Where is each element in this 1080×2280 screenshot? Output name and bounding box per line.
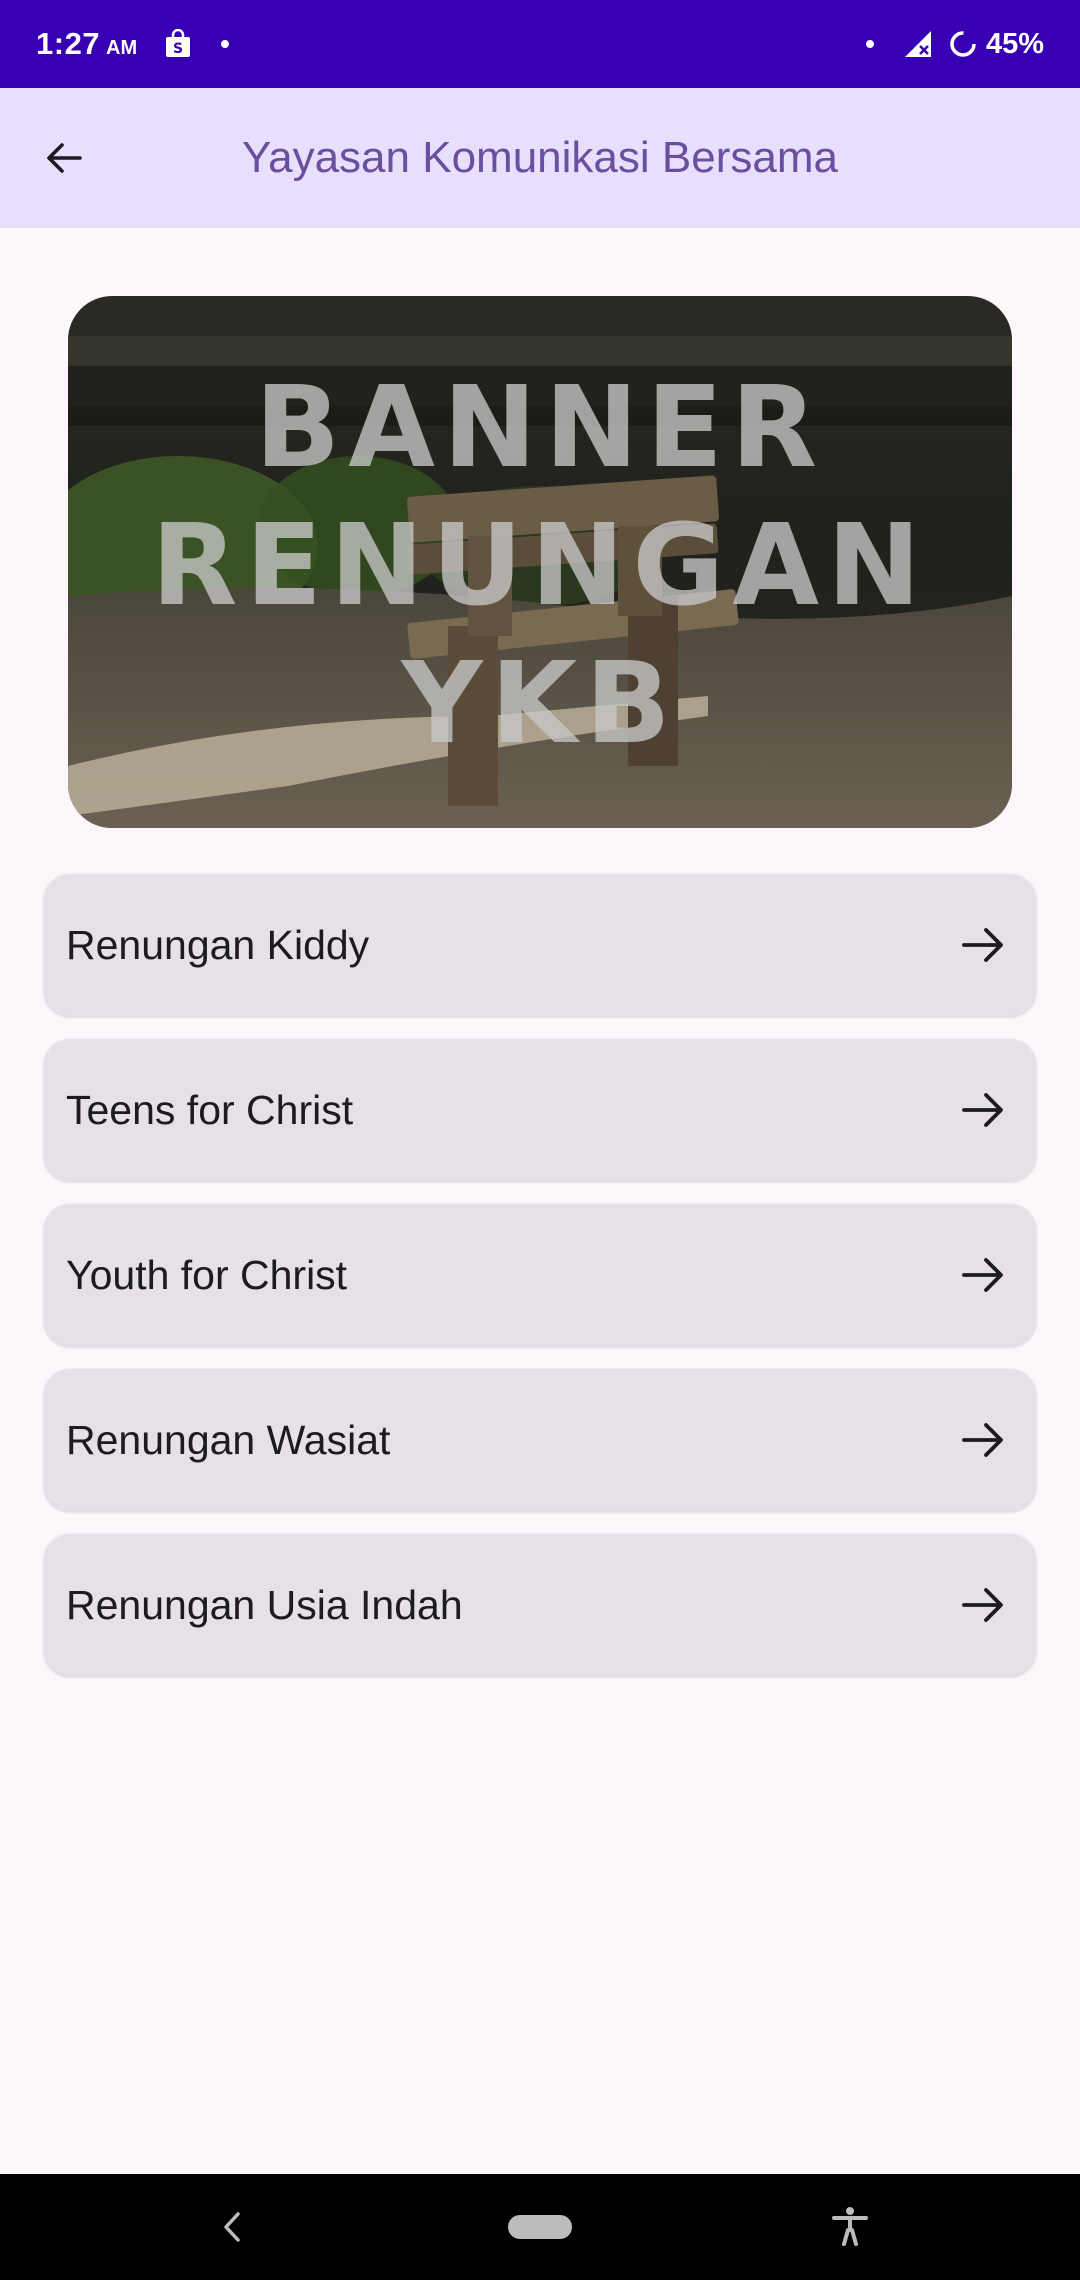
menu-item-youth-for-christ[interactable]: Youth for Christ — [44, 1204, 1036, 1346]
menu-item-label: Youth for Christ — [66, 1251, 348, 1298]
nav-home-pill[interactable] — [508, 2215, 572, 2239]
svg-text:S: S — [173, 41, 183, 57]
arrow-right-icon — [962, 1258, 1003, 1292]
status-bar: 1:27 AM S 45% — [0, 0, 1080, 88]
shopping-bag-icon: S — [166, 29, 191, 57]
notification-dot-icon — [865, 40, 874, 48]
back-button[interactable] — [36, 130, 92, 186]
devotional-menu: Renungan Kiddy Teens for Christ Youth fo… — [44, 874, 1036, 1699]
page-title: Yayasan Komunikasi Bersama — [242, 133, 838, 182]
menu-item-label: Renungan Wasiat — [66, 1416, 391, 1463]
system-navigation-bar — [0, 2174, 1080, 2280]
banner-line: YKB — [401, 639, 679, 769]
menu-item-label: Renungan Kiddy — [66, 921, 370, 968]
menu-item-renungan-usia-indah[interactable]: Renungan Usia Indah — [44, 1534, 1036, 1676]
arrow-right-icon — [962, 1093, 1003, 1127]
menu-item-label: Teens for Christ — [66, 1086, 354, 1133]
app-bar: Yayasan Komunikasi Bersama — [0, 88, 1080, 228]
signal-icon — [904, 31, 931, 57]
banner-line: BANNER — [254, 363, 826, 493]
menu-item-renungan-wasiat[interactable]: Renungan Wasiat — [44, 1369, 1036, 1511]
banner-caption: BANNER RENUNGAN YKB — [68, 296, 1012, 828]
accessibility-icon[interactable] — [826, 2202, 874, 2250]
nav-back-icon[interactable] — [214, 2204, 250, 2250]
banner-image: BANNER RENUNGAN YKB — [68, 296, 1012, 828]
notification-dot-icon — [221, 40, 230, 48]
banner-line: RENUNGAN — [151, 501, 929, 631]
clock-ampm: AM — [106, 36, 138, 59]
arrow-right-icon — [962, 1588, 1003, 1622]
battery-saver-icon — [950, 31, 976, 57]
menu-item-label: Renungan Usia Indah — [66, 1581, 463, 1628]
arrow-left-icon — [47, 143, 82, 173]
menu-item-teens-for-christ[interactable]: Teens for Christ — [44, 1039, 1036, 1181]
battery-percent: 45% — [985, 27, 1044, 60]
menu-item-renungan-kiddy[interactable]: Renungan Kiddy — [44, 874, 1036, 1016]
arrow-right-icon — [962, 928, 1003, 962]
arrow-right-icon — [962, 1423, 1003, 1457]
clock-time: 1:27 — [36, 26, 101, 61]
